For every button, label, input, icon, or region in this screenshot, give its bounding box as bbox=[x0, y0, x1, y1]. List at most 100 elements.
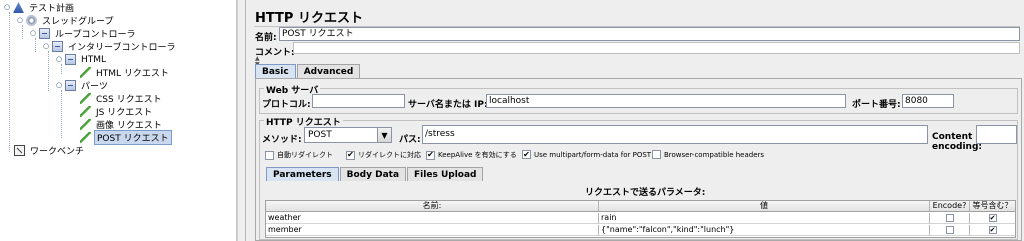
checkbox-checked-icon[interactable]: ✔ bbox=[426, 150, 435, 160]
tree-node-label: CSS リクエスト bbox=[96, 95, 162, 105]
collapse-toggle-icon[interactable]: ○ bbox=[55, 82, 63, 90]
tree-node-test-plan[interactable]: ○ テスト計画 bbox=[3, 1, 76, 14]
tree-node-label: ワークベンチ bbox=[30, 147, 85, 157]
checkbox-unchecked-icon[interactable] bbox=[945, 214, 954, 222]
method-select[interactable]: POST ▼ bbox=[304, 127, 392, 143]
port-field[interactable]: 8080 bbox=[902, 94, 954, 108]
multipart-checkbox[interactable]: ✔ Use multipart/form-data for POST bbox=[522, 150, 651, 159]
workbench-icon bbox=[14, 145, 25, 156]
collapse-toggle-icon[interactable]: ○ bbox=[42, 43, 50, 51]
checkbox-unchecked-icon[interactable] bbox=[652, 150, 661, 159]
http-request-group: HTTP リクエスト メソッド: POST ▼ パス: /stress Cont… bbox=[259, 115, 1018, 240]
protocol-field[interactable] bbox=[312, 94, 405, 108]
tree-node-label: ループコントローラ bbox=[55, 30, 136, 40]
collapse-toggle-icon[interactable]: ○ bbox=[29, 30, 37, 38]
thread-group-icon bbox=[26, 15, 37, 26]
checkbox-unchecked-icon[interactable] bbox=[945, 226, 954, 234]
page-title: HTTP リクエスト bbox=[255, 11, 363, 26]
tree-node-label: テスト計画 bbox=[29, 4, 75, 14]
tree-connector bbox=[48, 51, 49, 91]
sampler-icon bbox=[80, 67, 91, 78]
tree-node-label: スレッドグループ bbox=[42, 17, 114, 27]
checkbox-checked-icon[interactable]: ✔ bbox=[522, 150, 531, 159]
param-value-cell[interactable]: {"name":"falcon","kind":"lunch"} bbox=[599, 225, 930, 235]
controller-icon bbox=[65, 54, 76, 65]
path-label: パス: bbox=[399, 135, 421, 145]
tree-node-post-request[interactable]: POST リクエスト bbox=[80, 130, 172, 145]
tree-node-workbench[interactable]: ワークベンチ bbox=[14, 144, 86, 157]
parameters-table: 名前: 値 Encode? 等号含む？ weather rain ✔ membe… bbox=[265, 200, 1016, 238]
tree-node-interleave-controller[interactable]: ○ インタリーブコントローラ bbox=[42, 40, 177, 53]
tab-advanced[interactable]: Advanced bbox=[296, 64, 361, 78]
param-name-cell[interactable]: member bbox=[266, 225, 599, 235]
tree-connector bbox=[61, 90, 62, 138]
tab-body-data[interactable]: Body Data bbox=[339, 167, 407, 181]
collapse-toggle-icon[interactable]: ○ bbox=[55, 56, 63, 64]
tree-node-label: インタリーブコントローラ bbox=[68, 43, 176, 53]
table-row[interactable]: member {"name":"falcon","kind":"lunch"} … bbox=[266, 225, 1015, 236]
tree-node-label: POST リクエスト bbox=[94, 130, 172, 145]
keepalive-checkbox[interactable]: ✔ KeepAlive を有効にする bbox=[426, 150, 517, 160]
checkbox-unchecked-icon[interactable] bbox=[265, 150, 274, 160]
port-label: ポート番号: bbox=[852, 100, 901, 110]
tree-node-label: パーツ bbox=[81, 82, 108, 92]
encode-cell[interactable] bbox=[930, 213, 970, 223]
tab-basic[interactable]: Basic bbox=[255, 64, 296, 78]
tree-node-js-request[interactable]: JS リクエスト bbox=[80, 105, 154, 118]
column-header-name[interactable]: 名前: bbox=[266, 201, 599, 211]
tree-node-html[interactable]: ○ HTML bbox=[55, 53, 108, 66]
column-header-include-equals[interactable]: 等号含む？ bbox=[970, 201, 1015, 211]
tree-node-loop-controller[interactable]: ○ ループコントローラ bbox=[29, 27, 137, 40]
follow-redirect-checkbox[interactable]: ✔ リダイレクトに対応 bbox=[346, 150, 421, 160]
auto-redirect-checkbox[interactable]: 自動リダイレクト bbox=[265, 150, 333, 160]
sampler-icon bbox=[80, 132, 91, 143]
encode-cell[interactable] bbox=[930, 225, 970, 235]
server-label: サーバ名または IP: bbox=[408, 100, 488, 110]
comment-field[interactable] bbox=[293, 42, 1020, 54]
param-name-cell[interactable]: weather bbox=[266, 213, 599, 223]
sampler-icon bbox=[80, 93, 91, 104]
tree-connector bbox=[9, 12, 10, 152]
checkbox-checked-icon[interactable]: ✔ bbox=[988, 214, 997, 222]
param-value-cell[interactable]: rain bbox=[599, 213, 930, 223]
tree-node-parts[interactable]: ○ パーツ bbox=[55, 79, 110, 92]
browser-headers-checkbox[interactable]: Browser-compatible headers bbox=[652, 150, 764, 159]
path-field[interactable]: /stress bbox=[422, 125, 928, 144]
tab-files-upload[interactable]: Files Upload bbox=[407, 167, 484, 181]
collapse-toggle-icon[interactable]: ○ bbox=[16, 17, 24, 25]
tree-node-label: HTML リクエスト bbox=[96, 69, 169, 79]
follow-redirect-label: リダイレクトに対応 bbox=[358, 151, 421, 159]
sampler-icon bbox=[80, 106, 91, 117]
name-field[interactable]: POST リクエスト bbox=[279, 27, 1020, 41]
protocol-label: プロトコル: bbox=[262, 100, 311, 110]
comment-label: コメント: bbox=[255, 48, 295, 58]
tree-node-css-request[interactable]: CSS リクエスト bbox=[80, 92, 164, 105]
parameters-caption: リクエストで送るパラメータ: bbox=[585, 188, 706, 198]
server-field[interactable]: localhost bbox=[486, 94, 846, 108]
split-pane-divider[interactable] bbox=[237, 0, 246, 241]
loop-controller-icon bbox=[39, 28, 50, 39]
controller-icon bbox=[65, 80, 76, 91]
collapse-toggle-icon[interactable]: ○ bbox=[3, 4, 11, 12]
basic-tab-pane: Web サーバ プロトコル: サーバ名または IP: localhost ポート… bbox=[255, 78, 1022, 241]
method-label: メソッド: bbox=[262, 135, 302, 145]
dropdown-arrow-icon[interactable]: ▼ bbox=[377, 128, 391, 142]
include-equals-cell[interactable]: ✔ bbox=[970, 213, 1015, 223]
column-header-value[interactable]: 値 bbox=[599, 201, 930, 211]
keepalive-label: KeepAlive を有効にする bbox=[438, 151, 517, 159]
table-header: 名前: 値 Encode? 等号含む？ bbox=[266, 201, 1015, 212]
table-row[interactable]: weather rain ✔ bbox=[266, 213, 1015, 224]
tab-parameters[interactable]: Parameters bbox=[266, 167, 339, 181]
tree-node-html-request[interactable]: HTML リクエスト bbox=[80, 66, 171, 79]
content-encoding-field[interactable] bbox=[976, 125, 1017, 144]
browser-headers-label: Browser-compatible headers bbox=[664, 150, 765, 159]
tree-connector bbox=[22, 25, 23, 39]
checkbox-checked-icon[interactable]: ✔ bbox=[988, 226, 997, 234]
interleave-controller-icon bbox=[52, 41, 63, 52]
include-equals-cell[interactable]: ✔ bbox=[970, 225, 1015, 235]
http-request-panel: HTTP リクエスト 名前: POST リクエスト コメント: ▲▼ Basic… bbox=[250, 0, 1024, 241]
test-plan-icon bbox=[13, 2, 24, 13]
checkbox-checked-icon[interactable]: ✔ bbox=[346, 150, 355, 160]
column-header-encode[interactable]: Encode? bbox=[930, 201, 970, 211]
tree-node-thread-group[interactable]: ○ スレッドグループ bbox=[16, 14, 115, 27]
